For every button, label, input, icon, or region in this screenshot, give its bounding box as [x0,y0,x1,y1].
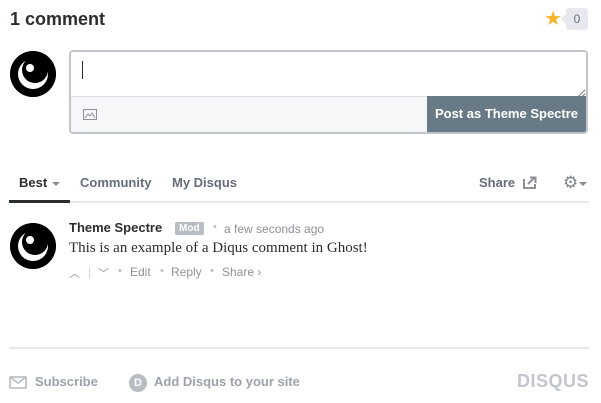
meta-separator: • [213,221,217,233]
tab-my-disqus[interactable]: My Disqus [172,168,237,201]
text-caret [82,61,83,79]
comment-input[interactable] [71,52,586,98]
upvote-icon[interactable]: ︿ [69,265,80,281]
tab-community[interactable]: Community [80,168,152,201]
share-thread-button[interactable]: Share [479,168,515,198]
post-button[interactable]: Post as Theme Spectre [427,96,586,132]
downvote-icon[interactable]: ﹀ [98,265,109,281]
post-body: This is an example of a Diqus comment in… [69,240,368,256]
image-upload-icon[interactable] [83,109,97,120]
reply-link[interactable]: Reply [171,265,202,279]
subscribe-link[interactable]: Subscribe [35,374,98,389]
comment-count: 1 comment [10,9,106,29]
post-timestamp[interactable]: a few seconds ago [224,222,324,236]
star-icon[interactable]: ★ [544,8,562,30]
favorite-button[interactable]: ★ 0 [544,8,588,30]
comment-post: Theme Spectre Mod • a few seconds ago Th… [10,220,590,290]
action-separator: • [160,265,164,277]
composer-toolbar: Post as Theme Spectre [71,96,586,132]
avatar-icon [10,223,56,269]
favorite-count: 0 [561,8,588,30]
action-separator: • [118,265,122,277]
tab-best[interactable]: Best [9,168,71,203]
comment-composer: Post as Theme Spectre [69,50,588,134]
disqus-logo[interactable]: DISQUS [517,371,589,392]
share-icon[interactable] [523,176,537,189]
mail-icon[interactable] [9,376,27,389]
vote-divider: | [88,265,92,279]
action-separator: • [210,265,214,277]
disqus-d-icon: D [129,374,147,392]
sort-nav: Best Community My Disqus Share ⚙ [9,168,589,203]
settings-menu[interactable]: ⚙ [563,173,589,193]
tab-best-label: Best [19,175,48,190]
chevron-down-icon [52,181,61,186]
share-link[interactable]: Share › [222,265,261,279]
mod-badge: Mod [175,222,204,235]
comments-header: 1 comment ★ 0 [10,8,590,34]
gear-icon: ⚙ [563,173,579,192]
post-avatar[interactable] [10,223,56,269]
chevron-down-icon [579,181,588,186]
add-disqus-link[interactable]: Add Disqus to your site [154,374,300,389]
post-author[interactable]: Theme Spectre [69,220,162,235]
edit-link[interactable]: Edit [130,265,151,279]
avatar-icon [10,51,56,97]
disqus-footer: Subscribe D Add Disqus to your site DISQ… [9,347,589,392]
user-avatar[interactable] [10,51,56,97]
